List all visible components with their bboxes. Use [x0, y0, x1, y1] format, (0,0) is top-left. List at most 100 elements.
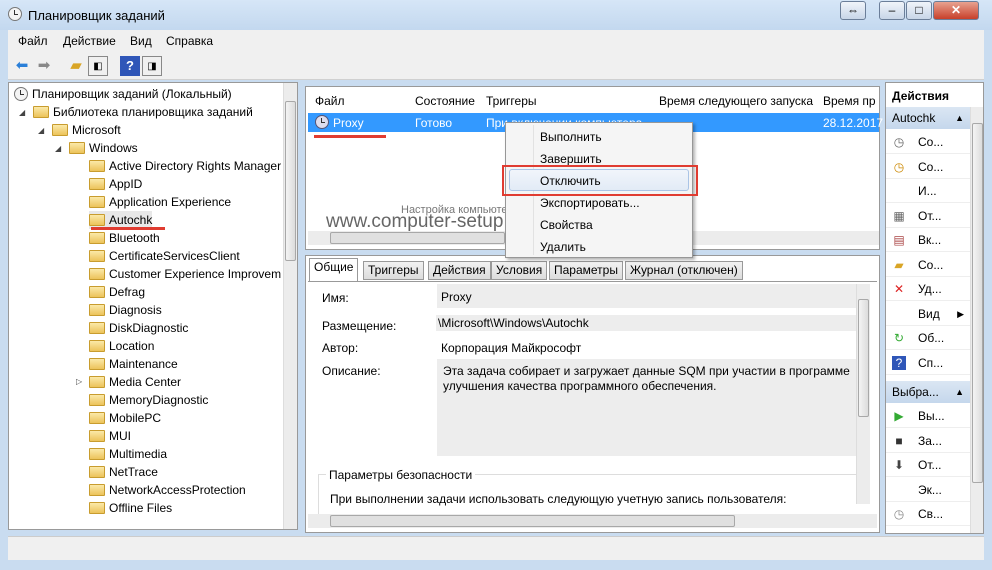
expand-arrow-icon[interactable]: ◢	[38, 126, 44, 135]
action-item[interactable]: ▰ Со...	[886, 253, 970, 277]
action-item[interactable]: И...	[886, 179, 970, 203]
description-field[interactable]: Эта задача собирает и загружает данные S…	[437, 359, 857, 456]
action-item[interactable]: ✕ Уд...	[886, 527, 970, 534]
action-item[interactable]: ◷ Со...	[886, 155, 970, 179]
tree-item[interactable]: NetTrace	[89, 463, 158, 481]
tree-item[interactable]: Maintenance	[89, 355, 178, 373]
location-value: \Microsoft\Windows\Autochk	[436, 315, 856, 331]
folder-icon	[89, 214, 105, 226]
action-item[interactable]: ↻ Об...	[886, 326, 970, 350]
show-hide-tree-icon[interactable]: ◧	[88, 56, 108, 76]
action-item[interactable]: ⬇ От...	[886, 453, 970, 477]
expand-arrow-icon[interactable]: ◢	[55, 144, 61, 153]
forward-icon[interactable]: ➡	[34, 56, 54, 76]
tab-history[interactable]: Журнал (отключен)	[625, 261, 743, 280]
name-field[interactable]: Proxy	[437, 284, 857, 308]
tree-microsoft[interactable]: Microsoft	[52, 121, 121, 139]
action-item[interactable]: Эк...	[886, 478, 970, 502]
folder-icon	[89, 196, 105, 208]
tree-item[interactable]: Application Experience	[89, 193, 231, 211]
tree-item[interactable]: Active Directory Rights Manager	[89, 157, 281, 175]
action-item[interactable]: ▶ Вы...	[886, 404, 970, 428]
tree-item[interactable]: Media Center	[89, 373, 181, 391]
tree-scrollbar[interactable]	[283, 83, 297, 529]
tree-item[interactable]: DiskDiagnostic	[89, 319, 188, 337]
tree-item[interactable]: Location	[89, 337, 154, 355]
menu-file[interactable]: Файл	[18, 34, 48, 48]
tree-item[interactable]: Multimedia	[89, 445, 167, 463]
actions-group-selected[interactable]: Выбра... ▲	[886, 381, 970, 403]
menu-view[interactable]: Вид	[130, 34, 152, 48]
tree-item[interactable]: Offline Files	[89, 499, 172, 517]
folder-icon	[89, 232, 105, 244]
menu-item-properties[interactable]: Свойства	[540, 218, 593, 232]
help-icon[interactable]: ?	[120, 56, 140, 76]
column-header-name[interactable]: Файл	[315, 94, 345, 108]
tree-item-label: Multimedia	[109, 447, 168, 461]
column-header-state[interactable]: Состояние	[415, 94, 475, 108]
column-header-triggers[interactable]: Триггеры	[486, 94, 537, 108]
close-button[interactable]: ✕	[933, 1, 979, 20]
minimize-button[interactable]: –	[879, 1, 905, 20]
menu-help[interactable]: Справка	[166, 34, 213, 48]
expand-arrow-icon[interactable]: ▷	[76, 377, 82, 386]
tree-root[interactable]: Планировщик заданий (Локальный)	[14, 85, 232, 103]
tab-actions[interactable]: Действия	[428, 261, 491, 280]
menu-item-run[interactable]: Выполнить	[540, 130, 602, 144]
maximize-button[interactable]: □	[906, 1, 932, 20]
tree-library[interactable]: Библиотека планировщика заданий	[33, 103, 253, 121]
tree-item-label: Customer Experience Improvem	[109, 267, 282, 281]
detail-horizontal-scrollbar[interactable]	[308, 514, 877, 528]
submenu-arrow-icon: ▶	[957, 308, 964, 319]
action-item[interactable]: ■ За...	[886, 429, 970, 453]
tree-item[interactable]: MemoryDiagnostic	[89, 391, 208, 409]
actions-title: Действия	[892, 89, 950, 103]
action-item[interactable]: ◷ Св...	[886, 502, 970, 526]
tree-item[interactable]: CertificateServicesClient	[89, 247, 240, 265]
action-item[interactable]: ◷ Со...	[886, 130, 970, 154]
task-details: Общие Триггеры Действия Условия Параметр…	[305, 255, 880, 533]
action-label: Св...	[918, 507, 944, 521]
menu-item-end[interactable]: Завершить	[540, 152, 602, 166]
watermark-url: www.computer-setup.ru	[326, 211, 526, 232]
tab-conditions[interactable]: Условия	[491, 261, 548, 280]
actions-group-autochk[interactable]: Autochk ▲	[886, 107, 970, 129]
action-item[interactable]: ? Сп...	[886, 351, 970, 375]
action-item[interactable]: Вид ▶	[886, 302, 970, 326]
tree-item[interactable]: MUI	[89, 427, 131, 445]
show-hide-action-pane-icon[interactable]: ◨	[142, 56, 162, 76]
action-item[interactable]: ▤ Вк...	[886, 228, 970, 252]
tree-microsoft-label: Microsoft	[72, 123, 121, 137]
menu-action[interactable]: Действие	[63, 34, 116, 48]
tab-triggers[interactable]: Триггеры	[363, 261, 424, 280]
up-folder-icon[interactable]: ▰	[66, 56, 86, 76]
actions-scrollbar[interactable]	[970, 107, 983, 533]
action-item[interactable]: ▦ От...	[886, 204, 970, 228]
tree-item[interactable]: MobilePC	[89, 409, 161, 427]
tree-item[interactable]: Bluetooth	[89, 229, 160, 247]
collapse-icon: ▲	[955, 387, 964, 397]
folder-icon	[89, 430, 105, 442]
back-forward-icon[interactable]: ⇔	[840, 1, 866, 20]
help-icon: ?	[892, 355, 906, 370]
tree-windows[interactable]: Windows	[69, 139, 138, 157]
tree-item[interactable]: AppID	[89, 175, 142, 193]
action-label: За...	[918, 433, 942, 448]
column-header-next-run[interactable]: Время следующего запуска	[659, 94, 813, 108]
detail-scrollbar[interactable]	[856, 284, 870, 504]
tab-general[interactable]: Общие	[309, 258, 359, 281]
folder-icon	[89, 268, 105, 280]
tab-settings[interactable]: Параметры	[549, 261, 623, 280]
tree-item[interactable]: Customer Experience Improvem	[89, 265, 281, 283]
enable-history-icon: ▤	[893, 233, 905, 247]
expand-arrow-icon[interactable]: ◢	[19, 108, 25, 117]
tree-item[interactable]: NetworkAccessProtection	[89, 481, 246, 499]
column-header-last-run[interactable]: Время пр	[823, 94, 876, 108]
back-icon[interactable]: ⬅	[12, 56, 32, 76]
tree-item[interactable]: Defrag	[89, 283, 145, 301]
menu-item-export[interactable]: Экспортировать...	[540, 196, 640, 210]
tree-item[interactable]: Diagnosis	[89, 301, 162, 319]
action-item[interactable]: ✕ Уд...	[886, 277, 970, 301]
actions-pane: Действия Autochk ▲ ◷ Со... ◷ Со... И... ▦ От...…	[885, 82, 984, 534]
menu-item-delete[interactable]: Удалить	[540, 240, 586, 254]
